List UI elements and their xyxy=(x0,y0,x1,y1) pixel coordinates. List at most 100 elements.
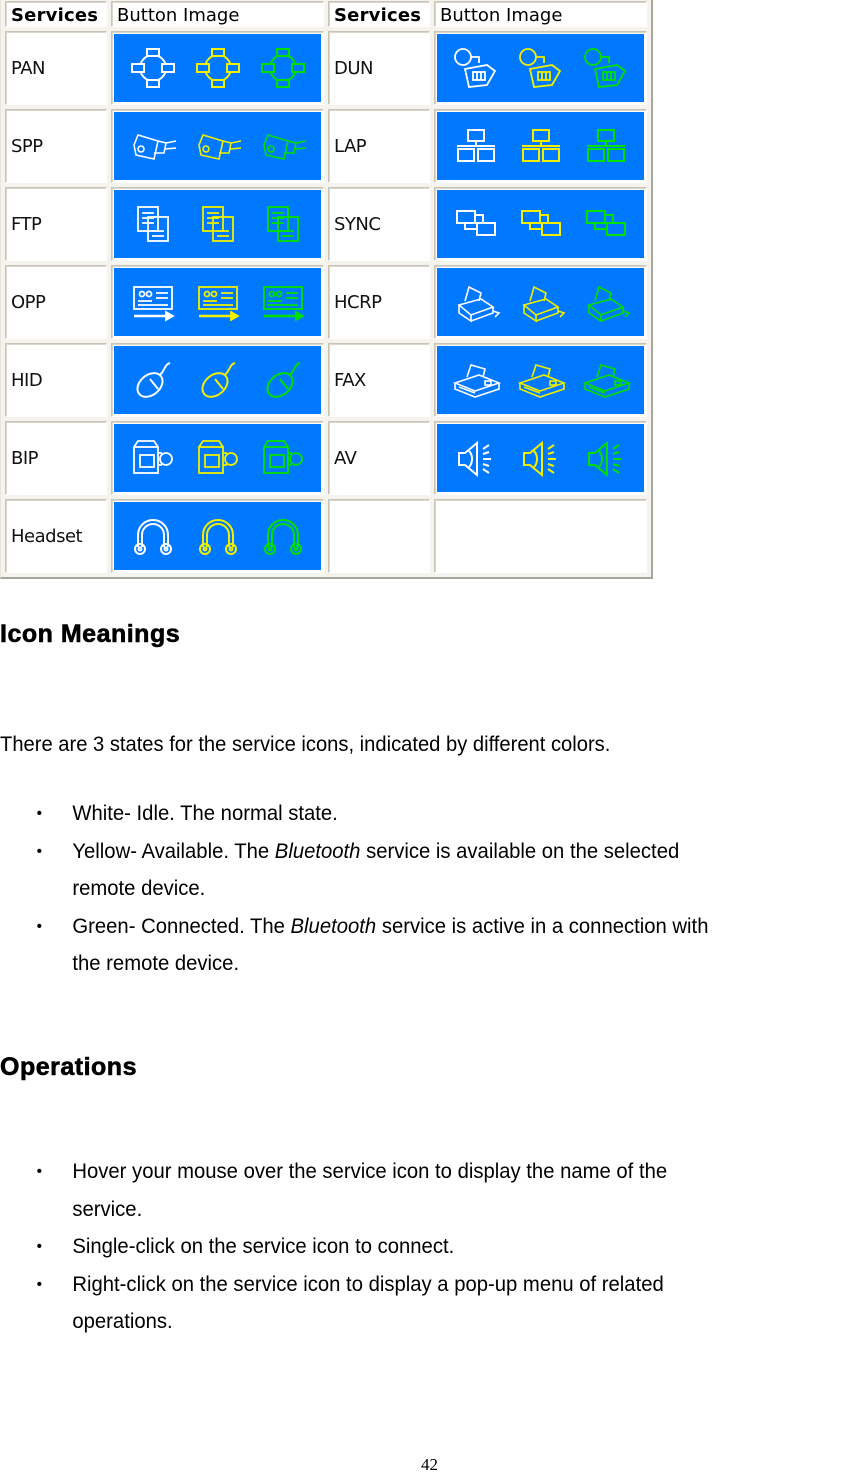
headset-icon-idle xyxy=(133,519,172,555)
button-image-strip xyxy=(114,346,321,414)
sync-windows-icon-available xyxy=(520,210,561,236)
service-name-cell: SYNC xyxy=(328,187,430,261)
operation-item-right-click-cont: operations. xyxy=(0,1303,828,1341)
button-image-strip xyxy=(437,112,644,180)
operation-item-single-click: • Single-click on the service icon to co… xyxy=(0,1228,828,1266)
state-item-idle: • White- Idle. The normal state. xyxy=(0,795,828,833)
service-name-cell xyxy=(328,499,430,573)
service-name-cell: DUN xyxy=(328,31,430,105)
button-image-cell xyxy=(434,265,647,339)
file-documents-icon-connected xyxy=(266,206,299,242)
serial-plug-icon-idle xyxy=(132,134,176,160)
header-button-image-1: Button Image xyxy=(111,1,324,27)
icon-meanings-heading: Icon Meanings xyxy=(0,620,181,649)
icon-states-list: • White- Idle. The normal state. • Yello… xyxy=(0,795,858,983)
state-text: the remote device. xyxy=(72,952,240,975)
operation-text: service. xyxy=(72,1197,143,1221)
state-text: White- Idle. The normal state. xyxy=(72,802,338,825)
table-row: Headset xyxy=(5,499,647,573)
service-name-cell: AV xyxy=(328,421,430,495)
icon-states-intro: There are 3 states for the service icons… xyxy=(0,733,611,756)
state-text: remote device. xyxy=(72,877,206,900)
operation-text: Hover your mouse over the service icon t… xyxy=(72,1160,668,1183)
button-image-cell xyxy=(111,187,324,261)
printer-icon-available xyxy=(521,285,565,323)
state-text: Yellow- Available. The xyxy=(72,839,275,863)
sync-windows-icon-connected xyxy=(585,210,626,236)
operations-list: • Hover your mouse over the service icon… xyxy=(0,1153,858,1341)
button-image-cell xyxy=(111,421,324,495)
button-image-strip xyxy=(114,190,321,258)
lan-access-icon-connected xyxy=(586,129,625,162)
button-image-cell xyxy=(434,187,647,261)
network-icon-idle xyxy=(130,48,175,88)
button-image-cell xyxy=(111,343,324,417)
operations-heading: Operations xyxy=(0,1053,137,1082)
bullet-icon: • xyxy=(36,1238,43,1255)
speaker-icon-idle xyxy=(457,440,491,478)
page-number: 42 xyxy=(421,1455,438,1474)
mouse-icon-available xyxy=(200,362,235,398)
printer-icon-idle xyxy=(456,285,500,323)
button-image-strip xyxy=(114,112,321,180)
lan-access-icon-available xyxy=(521,129,560,162)
sync-windows-icon-idle xyxy=(455,210,496,236)
state-item-available: • Yellow- Available. The Bluetooth servi… xyxy=(0,833,828,871)
bullet-icon: • xyxy=(36,917,43,935)
state-text: service is active in a connection with xyxy=(376,914,709,938)
state-text: service is available on the selected xyxy=(360,839,680,863)
button-image-strip xyxy=(114,424,321,492)
mouse-icon-idle xyxy=(135,362,170,398)
business-card-icon-available xyxy=(197,286,240,322)
table-header-row: Services Button Image Services Button Im… xyxy=(5,1,647,27)
header-button-image-2: Button Image xyxy=(434,1,647,27)
header-services-1: Services xyxy=(5,1,107,27)
button-image-cell xyxy=(434,343,647,417)
operation-text: operations. xyxy=(72,1310,173,1333)
service-name-cell: HCRP xyxy=(328,265,430,339)
fax-machine-icon-available xyxy=(517,364,566,398)
operation-text: Right-click on the service icon to displ… xyxy=(72,1272,664,1296)
button-image-cell xyxy=(111,265,324,339)
network-icon-connected xyxy=(260,48,305,88)
operation-item-hover: • Hover your mouse over the service icon… xyxy=(0,1153,828,1191)
fax-machine-icon-connected xyxy=(582,364,631,398)
table-row: OPP HCRP xyxy=(5,265,647,339)
state-item-connected-cont: the remote device. xyxy=(0,945,828,983)
button-image-cell xyxy=(111,31,324,105)
bluetooth-term: Bluetooth xyxy=(290,914,377,938)
operation-item-right-click: • Right-click on the service icon to dis… xyxy=(0,1266,828,1304)
bluetooth-term: Bluetooth xyxy=(274,839,361,863)
empty-cell xyxy=(437,502,644,570)
serial-plug-icon-available xyxy=(197,134,241,160)
button-image-strip xyxy=(114,268,321,336)
network-icon-available xyxy=(195,48,240,88)
camera-icon-idle xyxy=(132,440,173,474)
service-name-cell: SPP xyxy=(5,109,107,183)
dial-up-phone-icon-connected xyxy=(583,48,626,88)
button-image-strip xyxy=(437,268,644,336)
table-row: HID FAX xyxy=(5,343,647,417)
table-row: BIP AV xyxy=(5,421,647,495)
serial-plug-icon-connected xyxy=(262,134,306,160)
bullet-icon: • xyxy=(36,805,43,822)
operation-item-hover-cont: service. xyxy=(0,1191,828,1229)
business-card-icon-connected xyxy=(262,286,305,322)
fax-machine-icon-idle xyxy=(452,364,501,398)
file-documents-icon-idle xyxy=(136,206,169,242)
button-image-strip xyxy=(437,34,644,102)
service-name-cell: LAP xyxy=(328,109,430,183)
lan-access-icon-idle xyxy=(456,129,495,162)
table-row: FTP SYNC xyxy=(5,187,647,261)
button-image-strip xyxy=(114,34,321,102)
headset-icon-available xyxy=(198,519,237,555)
business-card-icon-idle xyxy=(132,286,175,322)
state-item-connected: • Green- Connected. The Bluetooth servic… xyxy=(0,908,828,946)
service-name-cell: FAX xyxy=(328,343,430,417)
service-name-cell: FTP xyxy=(5,187,107,261)
button-image-cell xyxy=(434,109,647,183)
bullet-icon: • xyxy=(36,1275,43,1293)
service-name-cell: PAN xyxy=(5,31,107,105)
table-row: SPP LAP xyxy=(5,109,647,183)
printer-icon-connected xyxy=(586,285,630,323)
